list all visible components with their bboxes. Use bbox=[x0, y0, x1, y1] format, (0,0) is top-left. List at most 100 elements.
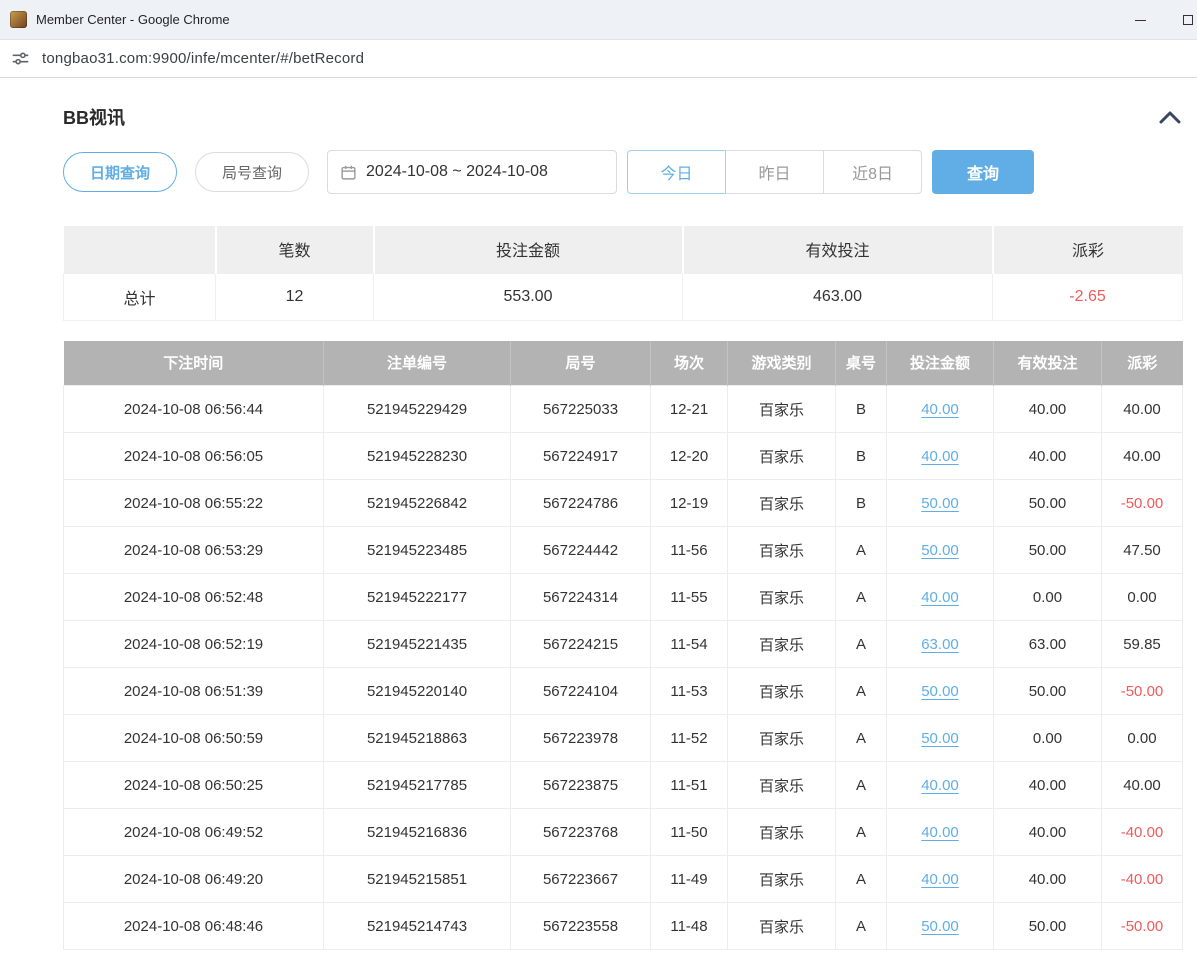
maximize-button[interactable] bbox=[1164, 0, 1197, 40]
cell-table_id: B bbox=[836, 480, 887, 527]
cell-bet_amount: 40.00 bbox=[887, 762, 994, 809]
cell-round_id: 567223768 bbox=[511, 809, 651, 856]
today-button[interactable]: 今日 bbox=[627, 150, 726, 194]
cell-game_type: 百家乐 bbox=[728, 809, 836, 856]
favicon bbox=[10, 11, 27, 28]
cell-payout: -40.00 bbox=[1102, 856, 1183, 903]
cell-game_type: 百家乐 bbox=[728, 433, 836, 480]
cell-round_id: 567224104 bbox=[511, 668, 651, 715]
cell-payout: 0.00 bbox=[1102, 574, 1183, 621]
cell-valid_bet: 40.00 bbox=[994, 433, 1102, 480]
summary-payout-value: -2.65 bbox=[993, 273, 1183, 320]
cell-bet_time: 2024-10-08 06:56:44 bbox=[64, 386, 324, 433]
cell-order_id: 521945216836 bbox=[324, 809, 511, 856]
cell-bet_amount: 40.00 bbox=[887, 433, 994, 480]
cell-valid_bet: 0.00 bbox=[994, 715, 1102, 762]
url-bar: tongbao31.com:9900/infe/mcenter/#/betRec… bbox=[0, 40, 1197, 78]
cell-table_id: A bbox=[836, 856, 887, 903]
cell-table_id: A bbox=[836, 809, 887, 856]
date-query-tab[interactable]: 日期查询 bbox=[63, 152, 177, 192]
table-row: 2024-10-08 06:53:29521945223485567224442… bbox=[64, 527, 1183, 574]
site-settings-tune-icon[interactable] bbox=[10, 49, 30, 69]
cell-bet_time: 2024-10-08 06:50:25 bbox=[64, 762, 324, 809]
bet-amount-link[interactable]: 40.00 bbox=[921, 777, 959, 794]
search-button[interactable]: 查询 bbox=[932, 150, 1034, 194]
date-range-picker[interactable]: 2024-10-08 ~ 2024-10-08 bbox=[327, 150, 617, 194]
bet-amount-link[interactable]: 63.00 bbox=[921, 636, 959, 653]
col-header-bet_time: 下注时间 bbox=[64, 341, 324, 386]
cell-round_id: 567224442 bbox=[511, 527, 651, 574]
col-header-table_id: 桌号 bbox=[836, 341, 887, 386]
bet-amount-link[interactable]: 40.00 bbox=[921, 401, 959, 418]
cell-session: 11-54 bbox=[651, 621, 728, 668]
bet-amount-link[interactable]: 50.00 bbox=[921, 730, 959, 747]
cell-round_id: 567223978 bbox=[511, 715, 651, 762]
bet-amount-link[interactable]: 40.00 bbox=[921, 448, 959, 465]
cell-table_id: A bbox=[836, 621, 887, 668]
yesterday-button[interactable]: 昨日 bbox=[725, 150, 824, 194]
cell-bet_time: 2024-10-08 06:53:29 bbox=[64, 527, 324, 574]
bet-record-page: BB视讯 日期查询 局号查询 bbox=[0, 78, 1197, 950]
window-title: Member Center - Google Chrome bbox=[36, 12, 230, 27]
cell-valid_bet: 63.00 bbox=[994, 621, 1102, 668]
bet-amount-link[interactable]: 50.00 bbox=[921, 495, 959, 512]
cell-payout: 40.00 bbox=[1102, 433, 1183, 480]
cell-game_type: 百家乐 bbox=[728, 856, 836, 903]
cell-game_type: 百家乐 bbox=[728, 668, 836, 715]
title-bar: Member Center - Google Chrome bbox=[0, 0, 1197, 40]
col-header-order_id: 注单编号 bbox=[324, 341, 511, 386]
bet-amount-link[interactable]: 50.00 bbox=[921, 683, 959, 700]
cell-bet_time: 2024-10-08 06:56:05 bbox=[64, 433, 324, 480]
col-header-payout: 派彩 bbox=[1102, 341, 1183, 386]
section-header: BB视讯 bbox=[63, 104, 1182, 130]
cell-round_id: 567224917 bbox=[511, 433, 651, 480]
bet-amount-link[interactable]: 40.00 bbox=[921, 824, 959, 841]
table-row: 2024-10-08 06:52:48521945222177567224314… bbox=[64, 574, 1183, 621]
cell-bet_amount: 63.00 bbox=[887, 621, 994, 668]
cell-order_id: 521945220140 bbox=[324, 668, 511, 715]
cell-game_type: 百家乐 bbox=[728, 762, 836, 809]
cell-table_id: A bbox=[836, 668, 887, 715]
col-header-valid_bet: 有效投注 bbox=[994, 341, 1102, 386]
url-text[interactable]: tongbao31.com:9900/infe/mcenter/#/betRec… bbox=[42, 50, 364, 67]
summary-header-row: 笔数 投注金额 有效投注 派彩 bbox=[64, 226, 1183, 273]
summary-header-empty bbox=[64, 226, 216, 273]
cell-session: 12-19 bbox=[651, 480, 728, 527]
bet-amount-link[interactable]: 50.00 bbox=[921, 918, 959, 935]
minimize-button[interactable] bbox=[1117, 0, 1164, 40]
cell-table_id: A bbox=[836, 903, 887, 950]
cell-session: 11-55 bbox=[651, 574, 728, 621]
table-row: 2024-10-08 06:50:25521945217785567223875… bbox=[64, 762, 1183, 809]
cell-round_id: 567224314 bbox=[511, 574, 651, 621]
summary-header-payout: 派彩 bbox=[993, 226, 1183, 273]
cell-game_type: 百家乐 bbox=[728, 621, 836, 668]
cell-order_id: 521945229429 bbox=[324, 386, 511, 433]
summary-header-valid-bet: 有效投注 bbox=[683, 226, 993, 273]
table-row: 2024-10-08 06:49:52521945216836567223768… bbox=[64, 809, 1183, 856]
cell-session: 11-49 bbox=[651, 856, 728, 903]
cell-round_id: 567225033 bbox=[511, 386, 651, 433]
cell-session: 11-56 bbox=[651, 527, 728, 574]
last-8-days-button[interactable]: 近8日 bbox=[823, 150, 922, 194]
collapse-chevron-up-icon[interactable] bbox=[1158, 105, 1182, 129]
bet-amount-link[interactable]: 40.00 bbox=[921, 871, 959, 888]
bet-amount-link[interactable]: 50.00 bbox=[921, 542, 959, 559]
quick-range-group: 今日 昨日 近8日 bbox=[627, 150, 922, 194]
table-row: 2024-10-08 06:51:39521945220140567224104… bbox=[64, 668, 1183, 715]
cell-bet_time: 2024-10-08 06:49:20 bbox=[64, 856, 324, 903]
summary-total-label: 总计 bbox=[64, 273, 216, 320]
cell-valid_bet: 50.00 bbox=[994, 480, 1102, 527]
cell-session: 11-48 bbox=[651, 903, 728, 950]
cell-bet_time: 2024-10-08 06:52:48 bbox=[64, 574, 324, 621]
table-header-row: 下注时间注单编号局号场次游戏类别桌号投注金额有效投注派彩 bbox=[64, 341, 1183, 386]
bet-amount-link[interactable]: 40.00 bbox=[921, 589, 959, 606]
cell-payout: 40.00 bbox=[1102, 762, 1183, 809]
round-query-tab[interactable]: 局号查询 bbox=[195, 152, 309, 192]
cell-payout: -50.00 bbox=[1102, 903, 1183, 950]
summary-table: 笔数 投注金额 有效投注 派彩 总计 12 553.00 463.00 -2.6… bbox=[63, 226, 1183, 321]
cell-round_id: 567224215 bbox=[511, 621, 651, 668]
cell-order_id: 521945215851 bbox=[324, 856, 511, 903]
cell-game_type: 百家乐 bbox=[728, 903, 836, 950]
cell-valid_bet: 50.00 bbox=[994, 668, 1102, 715]
cell-order_id: 521945226842 bbox=[324, 480, 511, 527]
